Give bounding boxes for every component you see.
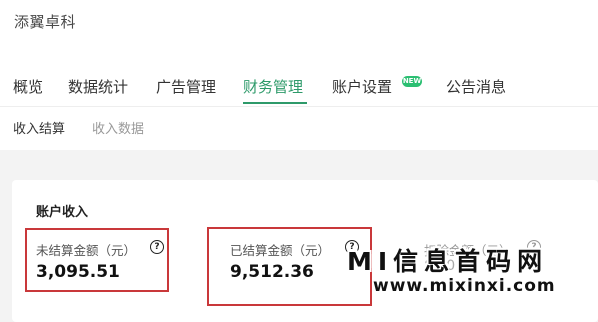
tab-account-settings[interactable]: 账户设置 [332,76,392,97]
tab-announcements[interactable]: 公告消息 [446,76,506,97]
subtab-income-settlement[interactable]: 收入结算 [13,118,65,137]
main-nav: 概览 数据统计 广告管理 财务管理 账户设置 NEW 公告消息 [0,70,598,107]
tab-ad-management[interactable]: 广告管理 [156,76,216,97]
tab-finance-management[interactable]: 财务管理 [243,76,303,97]
brand-name: 添翼卓科 [14,13,77,31]
top-bar: 添翼卓科 [0,0,598,50]
card-title: 账户收入 [36,205,89,220]
watermark: MI信息首码网 www.mixinxi.com [347,242,598,312]
active-tab-indicator [243,102,307,104]
highlight-box-unsettled [25,228,169,292]
tab-data-stats[interactable]: 数据统计 [68,76,128,97]
tab-overview[interactable]: 概览 [13,76,43,97]
subtab-income-data[interactable]: 收入数据 [92,118,144,137]
new-badge: NEW [402,76,422,87]
watermark-title: MI信息首码网 [347,247,549,276]
watermark-url: www.mixinxi.com [373,276,556,296]
sub-nav: 收入结算 收入数据 [0,107,598,147]
